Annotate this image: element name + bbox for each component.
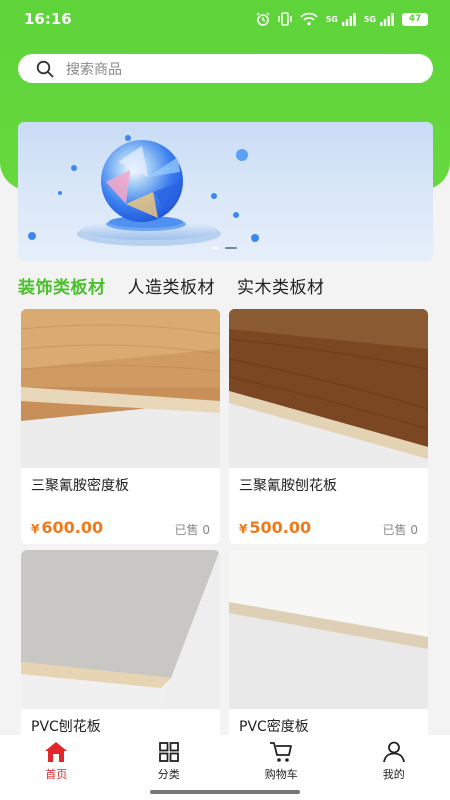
product-image bbox=[21, 309, 220, 468]
product-price: ¥600.00 bbox=[31, 518, 103, 537]
product-card[interactable]: 三聚氰胺密度板 ¥600.00 已售 0 bbox=[21, 309, 220, 544]
battery-icon: 47 bbox=[402, 12, 428, 26]
cart-icon bbox=[270, 742, 293, 762]
tab-solid-wood-boards[interactable]: 实木类板材 bbox=[237, 273, 325, 298]
vibrate-icon bbox=[278, 12, 292, 26]
home-icon bbox=[45, 742, 68, 762]
currency-symbol: ¥ bbox=[31, 522, 40, 536]
signal-icon-2 bbox=[380, 12, 394, 26]
search-icon bbox=[36, 60, 54, 77]
user-icon bbox=[382, 741, 405, 763]
product-name: 三聚氰胺刨花板 bbox=[239, 478, 337, 494]
status-time: 16:16 bbox=[24, 10, 72, 28]
tab-decorative-boards[interactable]: 装饰类板材 bbox=[18, 273, 106, 298]
product-image bbox=[229, 550, 428, 709]
banner-dot bbox=[211, 247, 219, 249]
product-grid: 三聚氰胺密度板 ¥600.00 已售 0 三聚氰胺刨花板 ¥500.00 已售 … bbox=[21, 309, 428, 785]
network-label-1: 5G bbox=[325, 14, 338, 24]
status-bar: 16:16 5G 5G 47 bbox=[0, 0, 450, 38]
banner-image bbox=[28, 135, 259, 246]
product-image bbox=[229, 309, 428, 468]
product-name: PVC刨花板 bbox=[31, 719, 101, 735]
nav-label: 我的 bbox=[382, 768, 405, 781]
nav-label: 分类 bbox=[157, 768, 180, 781]
banner-indicator bbox=[211, 247, 237, 249]
sold-count: 已售 0 bbox=[174, 523, 210, 537]
status-icons: 5G 5G 47 bbox=[256, 12, 428, 26]
banner-dot-active bbox=[225, 247, 237, 249]
price-value: 600.00 bbox=[41, 518, 104, 537]
alarm-icon bbox=[256, 12, 270, 26]
category-tabs: 装饰类板材 人造类板材 实木类板材 bbox=[18, 270, 325, 300]
nav-label: 购物车 bbox=[264, 768, 298, 781]
search-input[interactable]: 搜索商品 bbox=[18, 54, 433, 83]
battery-level: 47 bbox=[408, 14, 422, 24]
product-card[interactable]: 三聚氰胺刨花板 ¥500.00 已售 0 bbox=[229, 309, 428, 544]
home-indicator[interactable] bbox=[150, 790, 300, 794]
nav-home[interactable]: 首页 bbox=[0, 735, 112, 800]
product-name: 三聚氰胺密度板 bbox=[31, 478, 129, 494]
search-placeholder: 搜索商品 bbox=[66, 61, 122, 78]
currency-symbol: ¥ bbox=[239, 522, 248, 536]
nav-profile[interactable]: 我的 bbox=[338, 735, 450, 800]
grid-icon bbox=[158, 742, 179, 762]
product-price: ¥500.00 bbox=[239, 518, 311, 537]
sold-count: 已售 0 bbox=[382, 523, 418, 537]
wifi-icon bbox=[300, 12, 318, 26]
signal-icon bbox=[341, 12, 356, 26]
network-label-2: 5G bbox=[363, 14, 376, 24]
price-value: 500.00 bbox=[249, 518, 312, 537]
banner-carousel[interactable] bbox=[18, 122, 433, 261]
nav-label: 首页 bbox=[45, 768, 68, 781]
tab-artificial-boards[interactable]: 人造类板材 bbox=[128, 273, 216, 298]
product-image bbox=[21, 550, 220, 709]
product-name: PVC密度板 bbox=[239, 719, 309, 735]
